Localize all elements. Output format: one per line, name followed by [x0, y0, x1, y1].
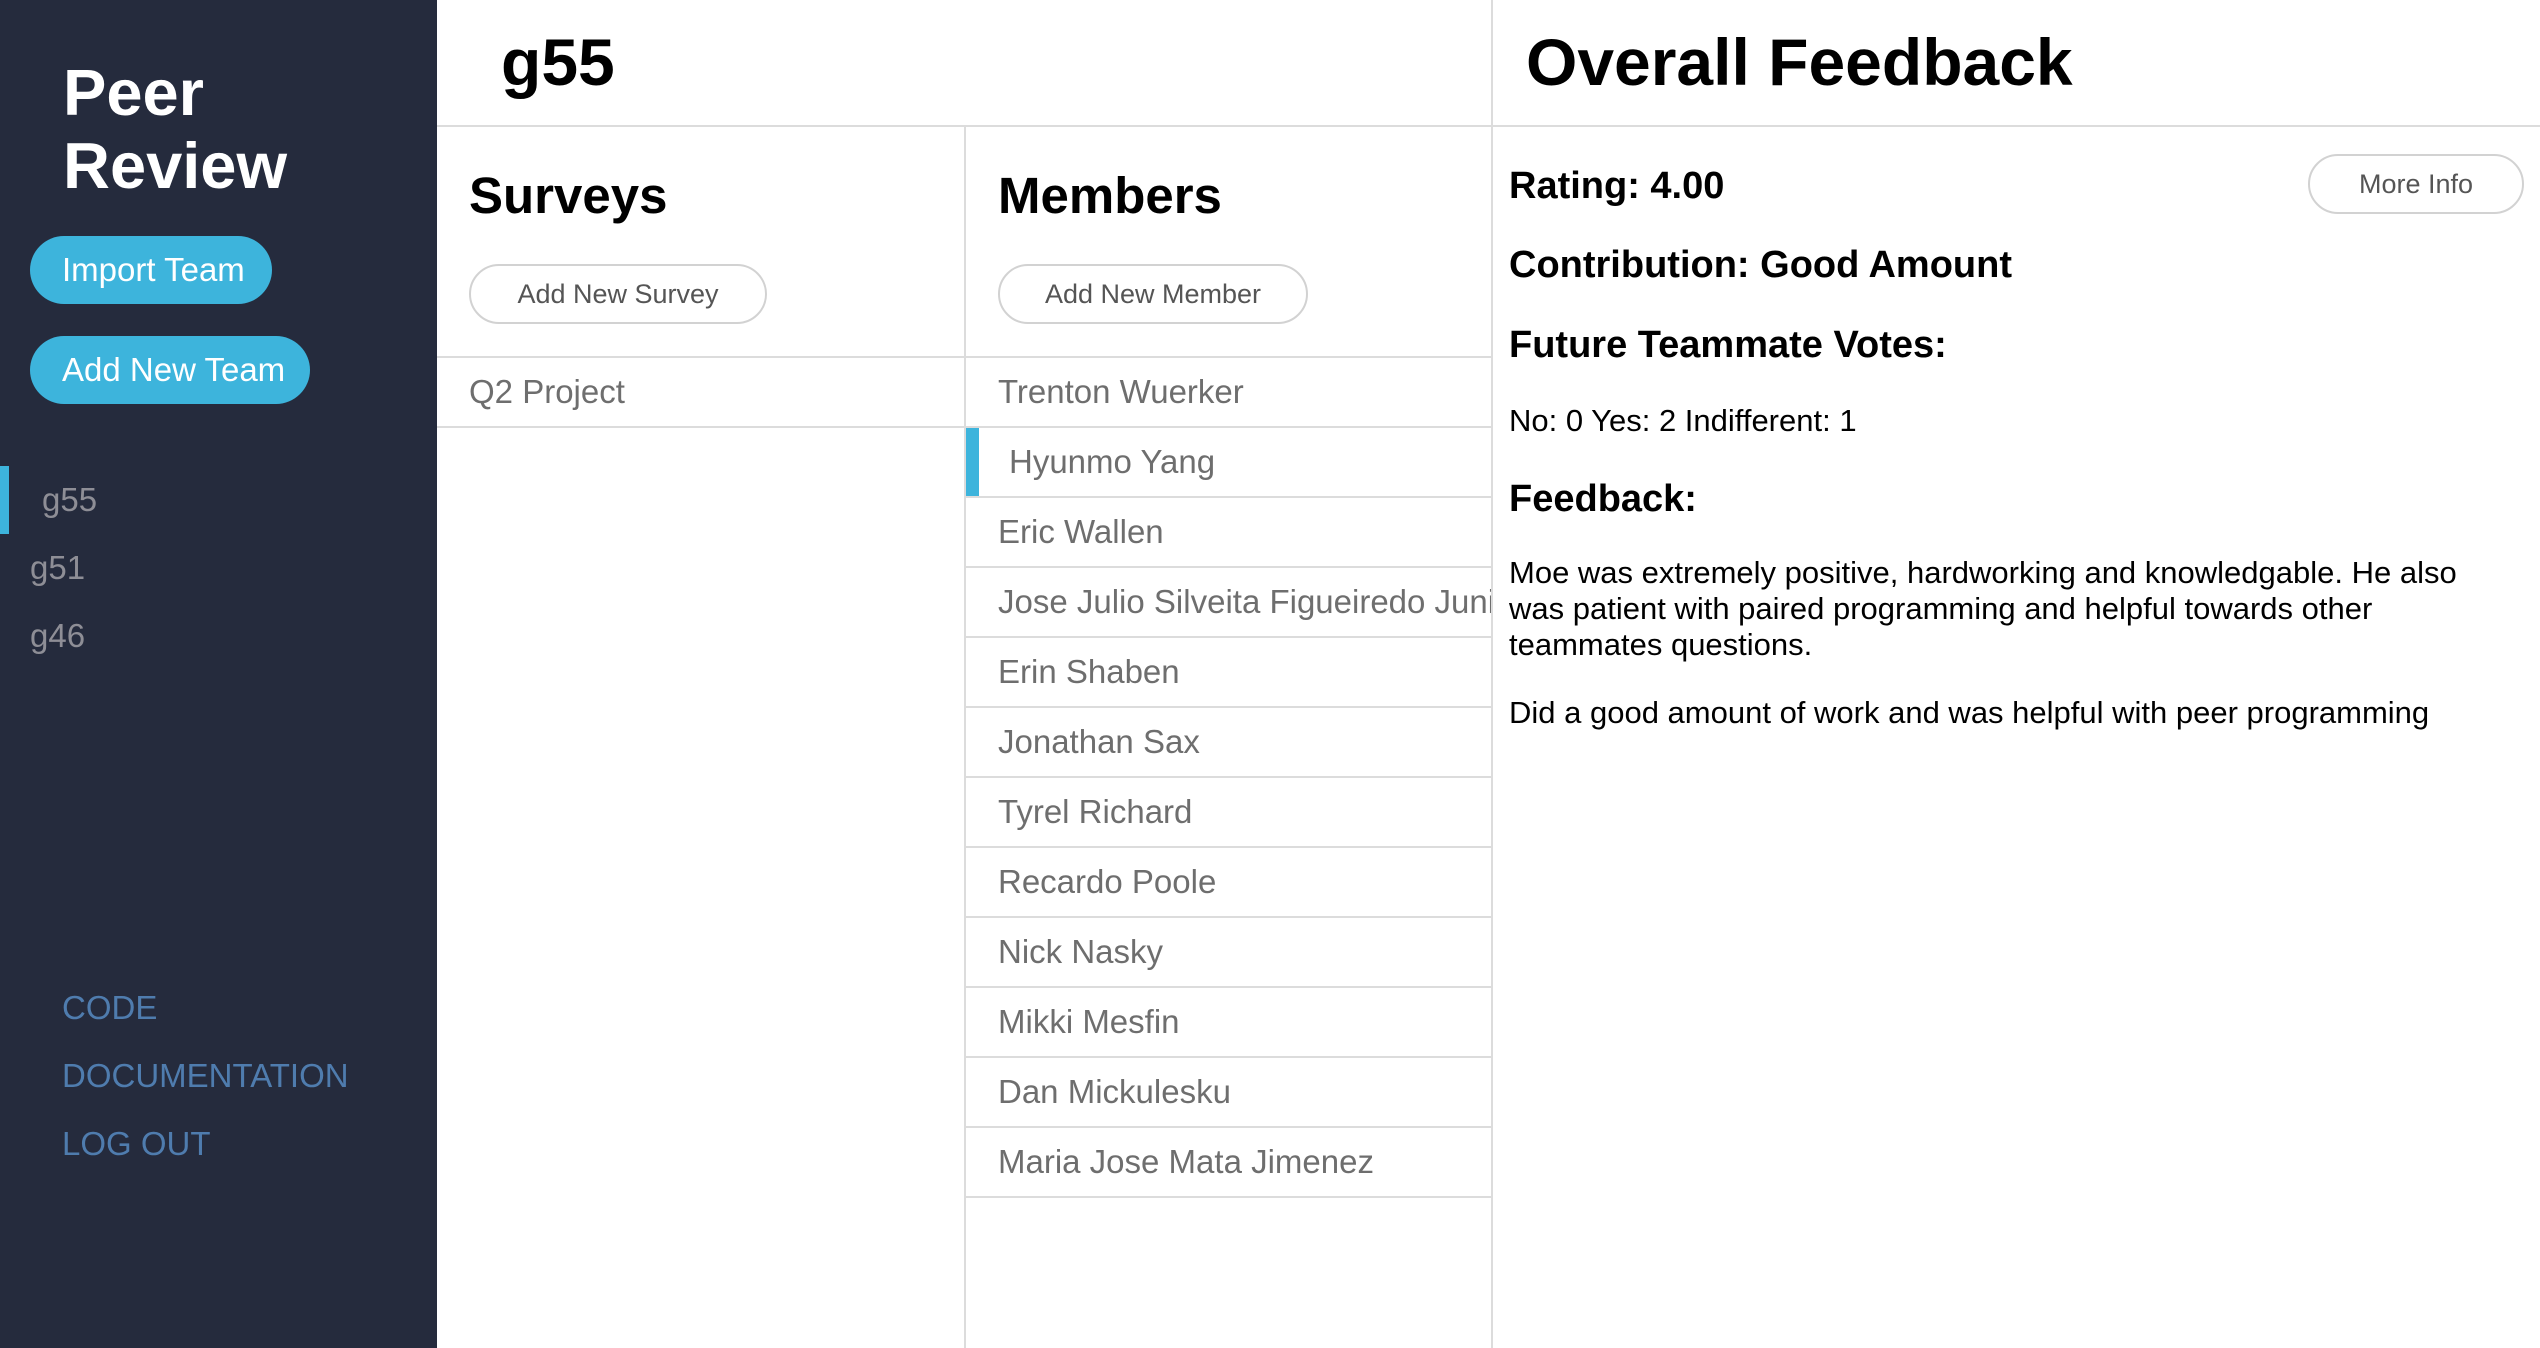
footer-links: CODE DOCUMENTATION LOG OUT: [62, 974, 349, 1178]
add-new-survey-button[interactable]: Add New Survey: [469, 264, 767, 324]
member-item[interactable]: Maria Jose Mata Jimenez: [966, 1128, 1491, 1198]
team-title: g55: [501, 25, 615, 99]
member-item-selected[interactable]: Hyunmo Yang: [966, 428, 1491, 498]
app-title: Peer Review: [63, 56, 288, 202]
member-list: Trenton Wuerker Hyunmo Yang Eric Wallen …: [966, 356, 1491, 1198]
feedback-comment: Did a good amount of work and was helpfu…: [1509, 695, 2430, 730]
feedback-panel: Overall Feedback More Info Rating: 4.00 …: [1493, 0, 2540, 1348]
members-heading: Members: [998, 167, 1222, 224]
contribution-text: Contribution: Good Amount: [1509, 244, 2012, 286]
member-item[interactable]: Dan Mickulesku: [966, 1058, 1491, 1128]
surveys-column: Surveys Add New Survey Q2 Project: [437, 127, 966, 1348]
member-item[interactable]: Mikki Mesfin: [966, 988, 1491, 1058]
team-header: g55: [437, 0, 1493, 127]
sidebar-team-g51[interactable]: g51: [0, 534, 437, 602]
feedback-heading: Feedback:: [1509, 478, 1697, 520]
app: Peer Review Import Team Add New Team g55…: [0, 0, 2540, 1348]
add-new-team-button[interactable]: Add New Team: [30, 336, 310, 404]
logout-link[interactable]: LOG OUT: [62, 1110, 349, 1178]
survey-item[interactable]: Q2 Project: [437, 358, 964, 428]
feedback-title: Overall Feedback: [1526, 25, 2073, 99]
member-item[interactable]: Nick Nasky: [966, 918, 1491, 988]
sidebar-team-g55[interactable]: g55: [0, 466, 437, 534]
feedback-comment: Moe was extremely positive, hardworking …: [1509, 555, 2457, 662]
add-new-member-button[interactable]: Add New Member: [998, 264, 1308, 324]
votes-heading: Future Teammate Votes:: [1509, 324, 1947, 366]
members-column: Members Add New Member Trenton Wuerker H…: [966, 127, 1493, 1348]
member-item[interactable]: Jose Julio Silveita Figueiredo Junior: [966, 568, 1491, 638]
import-team-button[interactable]: Import Team: [30, 236, 272, 304]
documentation-link[interactable]: DOCUMENTATION: [62, 1042, 349, 1110]
member-item[interactable]: Erin Shaben: [966, 638, 1491, 708]
member-item[interactable]: Trenton Wuerker: [966, 358, 1491, 428]
team-list: g55 g51 g46: [0, 466, 437, 670]
member-item[interactable]: Recardo Poole: [966, 848, 1491, 918]
code-link[interactable]: CODE: [62, 974, 349, 1042]
surveys-heading: Surveys: [469, 167, 668, 224]
member-item[interactable]: Jonathan Sax: [966, 708, 1491, 778]
member-item[interactable]: Eric Wallen: [966, 498, 1491, 568]
feedback-header: Overall Feedback: [1493, 0, 2540, 127]
survey-list: Q2 Project: [437, 356, 964, 428]
rating-text: Rating: 4.00: [1509, 165, 1725, 207]
sidebar-team-g46[interactable]: g46: [0, 602, 437, 670]
member-item[interactable]: Tyrel Richard: [966, 778, 1491, 848]
votes-text: No: 0 Yes: 2 Indifferent: 1: [1509, 403, 1857, 438]
more-info-button[interactable]: More Info: [2308, 154, 2524, 214]
sidebar: Peer Review Import Team Add New Team g55…: [0, 0, 437, 1348]
